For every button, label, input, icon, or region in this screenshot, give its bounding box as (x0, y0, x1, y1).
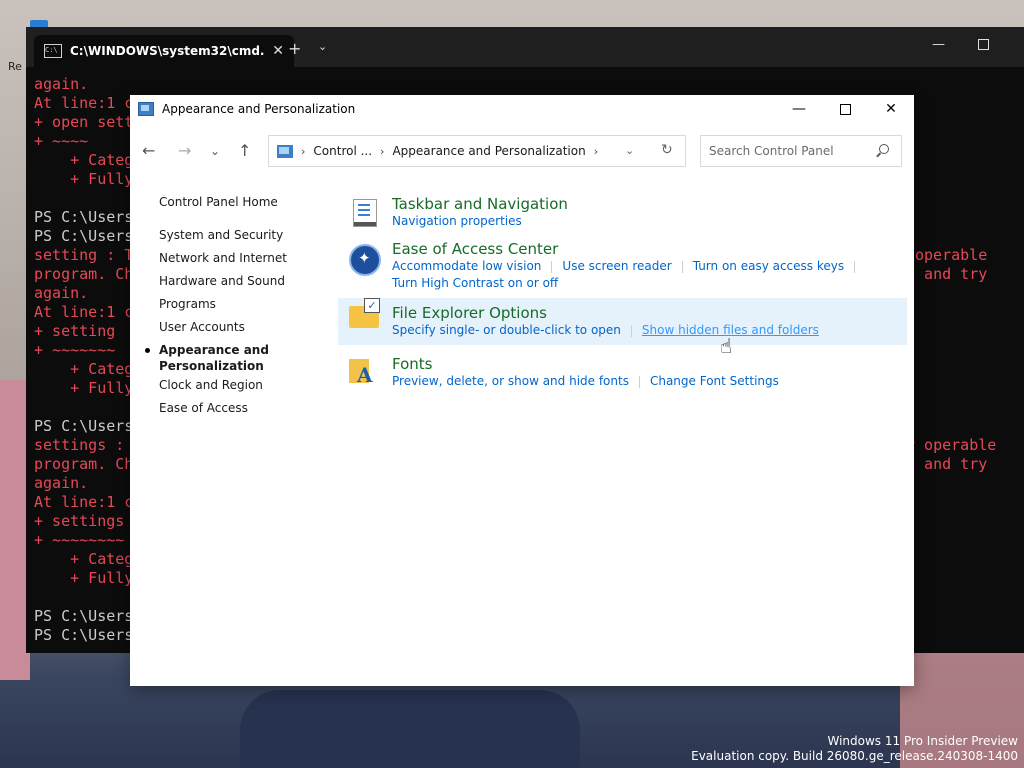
sidebar-active-label-line1: Appearance and (159, 343, 269, 357)
terminal-tab[interactable]: C:\ C:\WINDOWS\system32\cmd. ✕ (34, 35, 294, 67)
search-placeholder: Search Control Panel (709, 144, 834, 158)
windows-watermark: Windows 11 Pro Insider Preview Evaluatio… (691, 734, 1018, 764)
category-title[interactable]: Fonts (392, 355, 905, 373)
sidebar-item-user-accounts[interactable]: User Accounts (159, 319, 329, 342)
category-fonts: Fonts Preview, delete, or show and hide … (345, 355, 905, 390)
category-title[interactable]: Ease of Access Center (392, 240, 905, 258)
taskbar-icon[interactable] (353, 199, 377, 227)
watermark-line: Evaluation copy. Build 26080.ge_release.… (691, 749, 1018, 763)
control-panel-icon (277, 144, 293, 158)
link-low-vision[interactable]: Accommodate low vision (392, 258, 541, 275)
maximize-icon (839, 103, 851, 115)
terminal-minimize-button[interactable]: — (932, 37, 945, 52)
address-dropdown-icon[interactable]: ⌄ (625, 144, 634, 157)
terminal-titlebar[interactable]: C:\ C:\WINDOWS\system32\cmd. ✕ + ⌄ — (26, 27, 1024, 67)
back-button[interactable]: ← (142, 141, 155, 160)
wallpaper-shape (240, 690, 580, 768)
link-separator (854, 260, 856, 273)
category-title[interactable]: Taskbar and Navigation (392, 195, 905, 213)
terminal-maximize-button[interactable] (978, 39, 989, 50)
navigation-bar: ← → ⌄ ↑ › Control ... › Appearance and P… (130, 135, 914, 169)
terminal-output-fragment: r operable (906, 436, 997, 454)
watermark-line: Windows 11 Pro Insider Preview (827, 734, 1018, 748)
tab-dropdown-icon[interactable]: ⌄ (318, 40, 327, 53)
breadcrumb-separator[interactable]: › (380, 145, 384, 158)
close-tab-icon[interactable]: ✕ (272, 43, 284, 59)
sidebar-active-label-line2: Personalization (159, 359, 264, 373)
forward-button[interactable]: → (178, 141, 191, 160)
search-icon[interactable] (879, 144, 889, 154)
breadcrumb-separator[interactable]: › (301, 145, 305, 158)
control-panel-titlebar[interactable]: Appearance and Personalization — ✕ (130, 95, 914, 123)
category-file-explorer[interactable]: File Explorer Options Specify single- or… (338, 298, 907, 345)
maximize-button[interactable] (822, 95, 868, 123)
address-bar[interactable]: › Control ... › Appearance and Personali… (268, 135, 686, 167)
category-title[interactable]: File Explorer Options (392, 304, 907, 322)
breadcrumb-control-panel[interactable]: Control ... (313, 144, 372, 158)
link-separator (630, 324, 632, 337)
link-separator (681, 260, 683, 273)
sidebar-item-home[interactable]: Control Panel Home (159, 194, 329, 217)
desktop-icon-label: Re (8, 60, 22, 73)
sidebar-item-appearance: Appearance and Personalization (145, 342, 329, 377)
breadcrumb-appearance[interactable]: Appearance and Personalization (392, 144, 585, 158)
up-button[interactable]: ↑ (238, 141, 251, 160)
link-high-contrast[interactable]: Turn High Contrast on or off (392, 275, 558, 292)
window-title: Appearance and Personalization (162, 102, 356, 116)
control-panel-icon (138, 102, 154, 116)
sidebar-item-hardware[interactable]: Hardware and Sound (159, 273, 329, 296)
cmd-icon: C:\ (44, 44, 62, 58)
sidebar-item-clock-region[interactable]: Clock and Region (159, 377, 329, 400)
fonts-icon[interactable] (349, 359, 373, 387)
link-single-double-click[interactable]: Specify single- or double-click to open (392, 322, 621, 339)
new-tab-icon[interactable]: + (288, 39, 301, 58)
minimize-button[interactable]: — (776, 95, 822, 123)
sidebar-item-system-security[interactable]: System and Security (159, 227, 329, 250)
terminal-output-fragment: operable (915, 246, 988, 264)
link-preview-fonts[interactable]: Preview, delete, or show and hide fonts (392, 373, 629, 390)
sidebar: Control Panel Home System and Security N… (145, 194, 329, 423)
terminal-line: again. (34, 75, 89, 93)
breadcrumb-separator[interactable]: › (594, 145, 598, 158)
link-separator (551, 260, 553, 273)
hand-cursor-icon: ☝ (720, 334, 733, 358)
link-separator (638, 375, 640, 388)
category-list: Taskbar and Navigation Navigation proper… (338, 195, 907, 400)
sidebar-item-ease-of-access[interactable]: Ease of Access (159, 400, 329, 423)
link-screen-reader[interactable]: Use screen reader (562, 258, 671, 275)
category-ease-of-access: Ease of Access Center Accommodate low vi… (345, 240, 905, 292)
close-button[interactable]: ✕ (868, 95, 914, 123)
link-change-font-settings[interactable]: Change Font Settings (650, 373, 779, 390)
terminal-output-fragment: t and try (906, 265, 988, 283)
terminal-output-fragment: t and try (906, 455, 988, 473)
control-panel-window[interactable]: Appearance and Personalization — ✕ ← → ⌄… (130, 95, 914, 686)
link-easy-access-keys[interactable]: Turn on easy access keys (693, 258, 844, 275)
sidebar-item-programs[interactable]: Programs (159, 296, 329, 319)
sidebar-item-network[interactable]: Network and Internet (159, 250, 329, 273)
search-input[interactable]: Search Control Panel (700, 135, 902, 167)
folder-options-icon[interactable] (349, 298, 380, 328)
terminal-tab-title: C:\WINDOWS\system32\cmd. (70, 44, 265, 58)
ease-of-access-icon[interactable] (349, 244, 381, 276)
recent-locations-button[interactable]: ⌄ (210, 144, 220, 158)
link-navigation-properties[interactable]: Navigation properties (392, 213, 522, 230)
category-taskbar: Taskbar and Navigation Navigation proper… (345, 195, 905, 230)
refresh-icon[interactable]: ↻ (661, 142, 673, 158)
